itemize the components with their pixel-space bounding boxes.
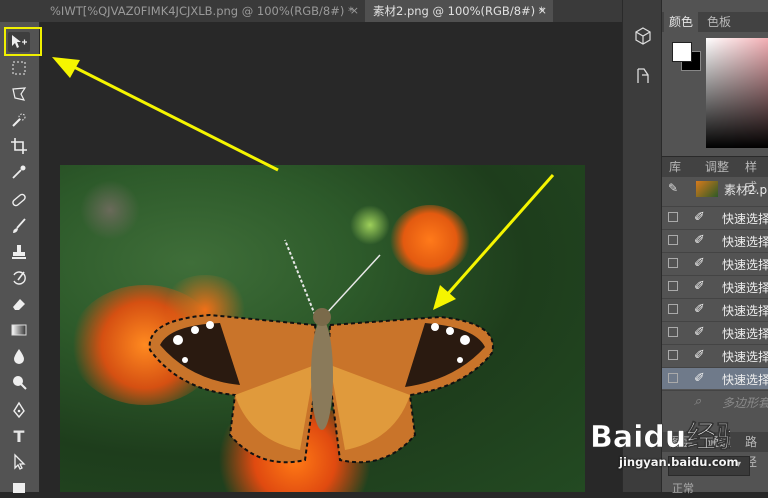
history-item[interactable]: ✐ 快速选择 xyxy=(662,321,768,343)
eyedropper-tool-icon[interactable] xyxy=(8,162,30,182)
foreground-color-swatch[interactable] xyxy=(672,42,692,62)
color-panel-tabs: 颜色 色板 xyxy=(662,12,768,32)
history-checkbox[interactable] xyxy=(668,350,678,360)
history-item[interactable]: ✐ 快速选择 xyxy=(662,206,768,228)
history-item-label: 快速选择 xyxy=(722,327,768,341)
history-checkbox[interactable] xyxy=(668,281,678,291)
crop-tool-icon[interactable] xyxy=(8,136,30,156)
eraser-tool-icon[interactable] xyxy=(8,294,30,314)
history-item[interactable]: ✐ 快速选择 xyxy=(662,298,768,320)
history-item-label: 多边形套 xyxy=(722,396,768,410)
tab-swatches[interactable]: 色板 xyxy=(702,12,736,32)
history-item[interactable]: ✐ 快速选择 xyxy=(662,229,768,251)
history-brush-tool-icon[interactable] xyxy=(8,268,30,288)
clone-stamp-tool-icon[interactable] xyxy=(8,242,30,262)
brush-tool-icon[interactable] xyxy=(8,216,30,236)
close-icon[interactable]: × xyxy=(350,0,359,22)
history-brush-icon: ✎ xyxy=(668,181,679,195)
quick-selection-tool-icon[interactable] xyxy=(8,110,30,130)
tab-channels[interactable]: 通道 xyxy=(702,432,736,452)
history-document-name: 素材2.png xyxy=(724,183,768,197)
history-item-label: 快速选择 xyxy=(722,350,768,364)
history-checkbox[interactable] xyxy=(668,235,678,245)
paragraph-style-icon[interactable] xyxy=(633,66,653,86)
document-thumbnail xyxy=(696,181,718,197)
history-item[interactable]: ✐ 快速选择 xyxy=(662,344,768,366)
history-checkbox[interactable] xyxy=(668,258,678,268)
document-tab-2[interactable]: 素材2.png @ 100%(RGB/8#) * × xyxy=(365,0,553,22)
butterfly-image xyxy=(148,239,494,464)
right-panel: 颜色 色板 库 调整 样式 ✎ 素材2.png ✐ 快速选择 ✐ 快速选择 ✐ … xyxy=(662,0,768,495)
tab-adjustments[interactable]: 调整 xyxy=(700,157,734,177)
dodge-tool-icon[interactable] xyxy=(8,372,30,392)
path-selection-tool-icon[interactable] xyxy=(8,452,30,472)
history-checkbox[interactable] xyxy=(668,396,678,406)
tab-color[interactable]: 颜色 xyxy=(664,12,699,32)
watermark-url: jingyan.baidu.com xyxy=(619,455,739,469)
quick-selection-icon: ✐ xyxy=(694,256,705,271)
history-snapshot-row[interactable]: ✎ 素材2.png xyxy=(662,178,768,200)
color-picker-field[interactable] xyxy=(706,38,768,148)
history-checkbox[interactable] xyxy=(668,327,678,337)
tab-libraries[interactable]: 库 xyxy=(664,157,686,177)
history-checkbox[interactable] xyxy=(668,373,678,383)
gradient-tool-icon[interactable] xyxy=(8,320,30,340)
history-panel-tabs: 库 调整 样式 xyxy=(662,156,768,194)
polygonal-lasso-icon: ⌕ xyxy=(694,394,702,409)
healing-brush-tool-icon[interactable] xyxy=(8,190,30,210)
blur-tool-icon[interactable] xyxy=(8,346,30,366)
tab-paths[interactable]: 路径 xyxy=(740,432,768,469)
move-tool-highlight xyxy=(4,27,42,56)
marquee-tool-icon[interactable] xyxy=(8,58,30,78)
document-tab-1[interactable]: %IWT[%QJVAZ0FIMK4JCJXLB.png @ 100%(RGB/8… xyxy=(40,0,365,22)
lasso-tool-icon[interactable] xyxy=(8,84,30,104)
history-item-label: 快速选择 xyxy=(722,258,768,272)
pen-tool-icon[interactable] xyxy=(8,400,30,420)
quick-selection-icon: ✐ xyxy=(694,279,705,294)
quick-selection-icon: ✐ xyxy=(694,302,705,317)
history-item-label: 快速选择 xyxy=(722,235,768,249)
blend-mode-select[interactable]: 正常 xyxy=(672,480,694,496)
rectangle-tool-icon[interactable] xyxy=(8,478,30,498)
quick-selection-icon: ✐ xyxy=(694,210,705,225)
document-tab-bar: %IWT[%QJVAZ0FIMK4JCJXLB.png @ 100%(RGB/8… xyxy=(0,0,622,22)
tab-layers[interactable]: 图层 xyxy=(664,432,698,452)
quick-selection-icon: ✐ xyxy=(694,325,705,340)
history-item[interactable]: ✐ 快速选择 xyxy=(662,275,768,297)
history-item-label: 快速选择 xyxy=(722,212,768,226)
close-icon[interactable]: × xyxy=(538,0,547,22)
history-item-label: 快速选择 xyxy=(722,281,768,295)
history-item-label: 快速选择 xyxy=(722,373,768,387)
document-tab-2-label: 素材2.png @ 100%(RGB/8#) * xyxy=(373,4,545,18)
type-tool-icon[interactable]: T xyxy=(8,426,30,446)
panel-icon-strip xyxy=(622,0,662,492)
quick-selection-icon: ✐ xyxy=(694,233,705,248)
history-item[interactable]: ✐ 快速选择 xyxy=(662,252,768,274)
quick-selection-icon: ✐ xyxy=(694,348,705,363)
quick-selection-icon: ✐ xyxy=(694,371,705,386)
3d-cube-icon[interactable] xyxy=(633,26,653,46)
document-tab-1-label: %IWT[%QJVAZ0FIMK4JCJXLB.png @ 100%(RGB/8… xyxy=(50,4,354,18)
history-item-selected[interactable]: ✐ 快速选择 xyxy=(662,367,768,389)
history-checkbox[interactable] xyxy=(668,212,678,222)
history-checkbox[interactable] xyxy=(668,304,678,314)
history-item-label: 快速选择 xyxy=(722,304,768,318)
layers-panel-tabs: 图层 通道 路径 xyxy=(662,432,768,469)
tools-panel: T xyxy=(0,22,40,493)
document-canvas[interactable] xyxy=(60,165,585,492)
tab-styles[interactable]: 样式 xyxy=(740,157,768,194)
history-item[interactable]: ⌕ 多边形套 xyxy=(662,390,768,412)
